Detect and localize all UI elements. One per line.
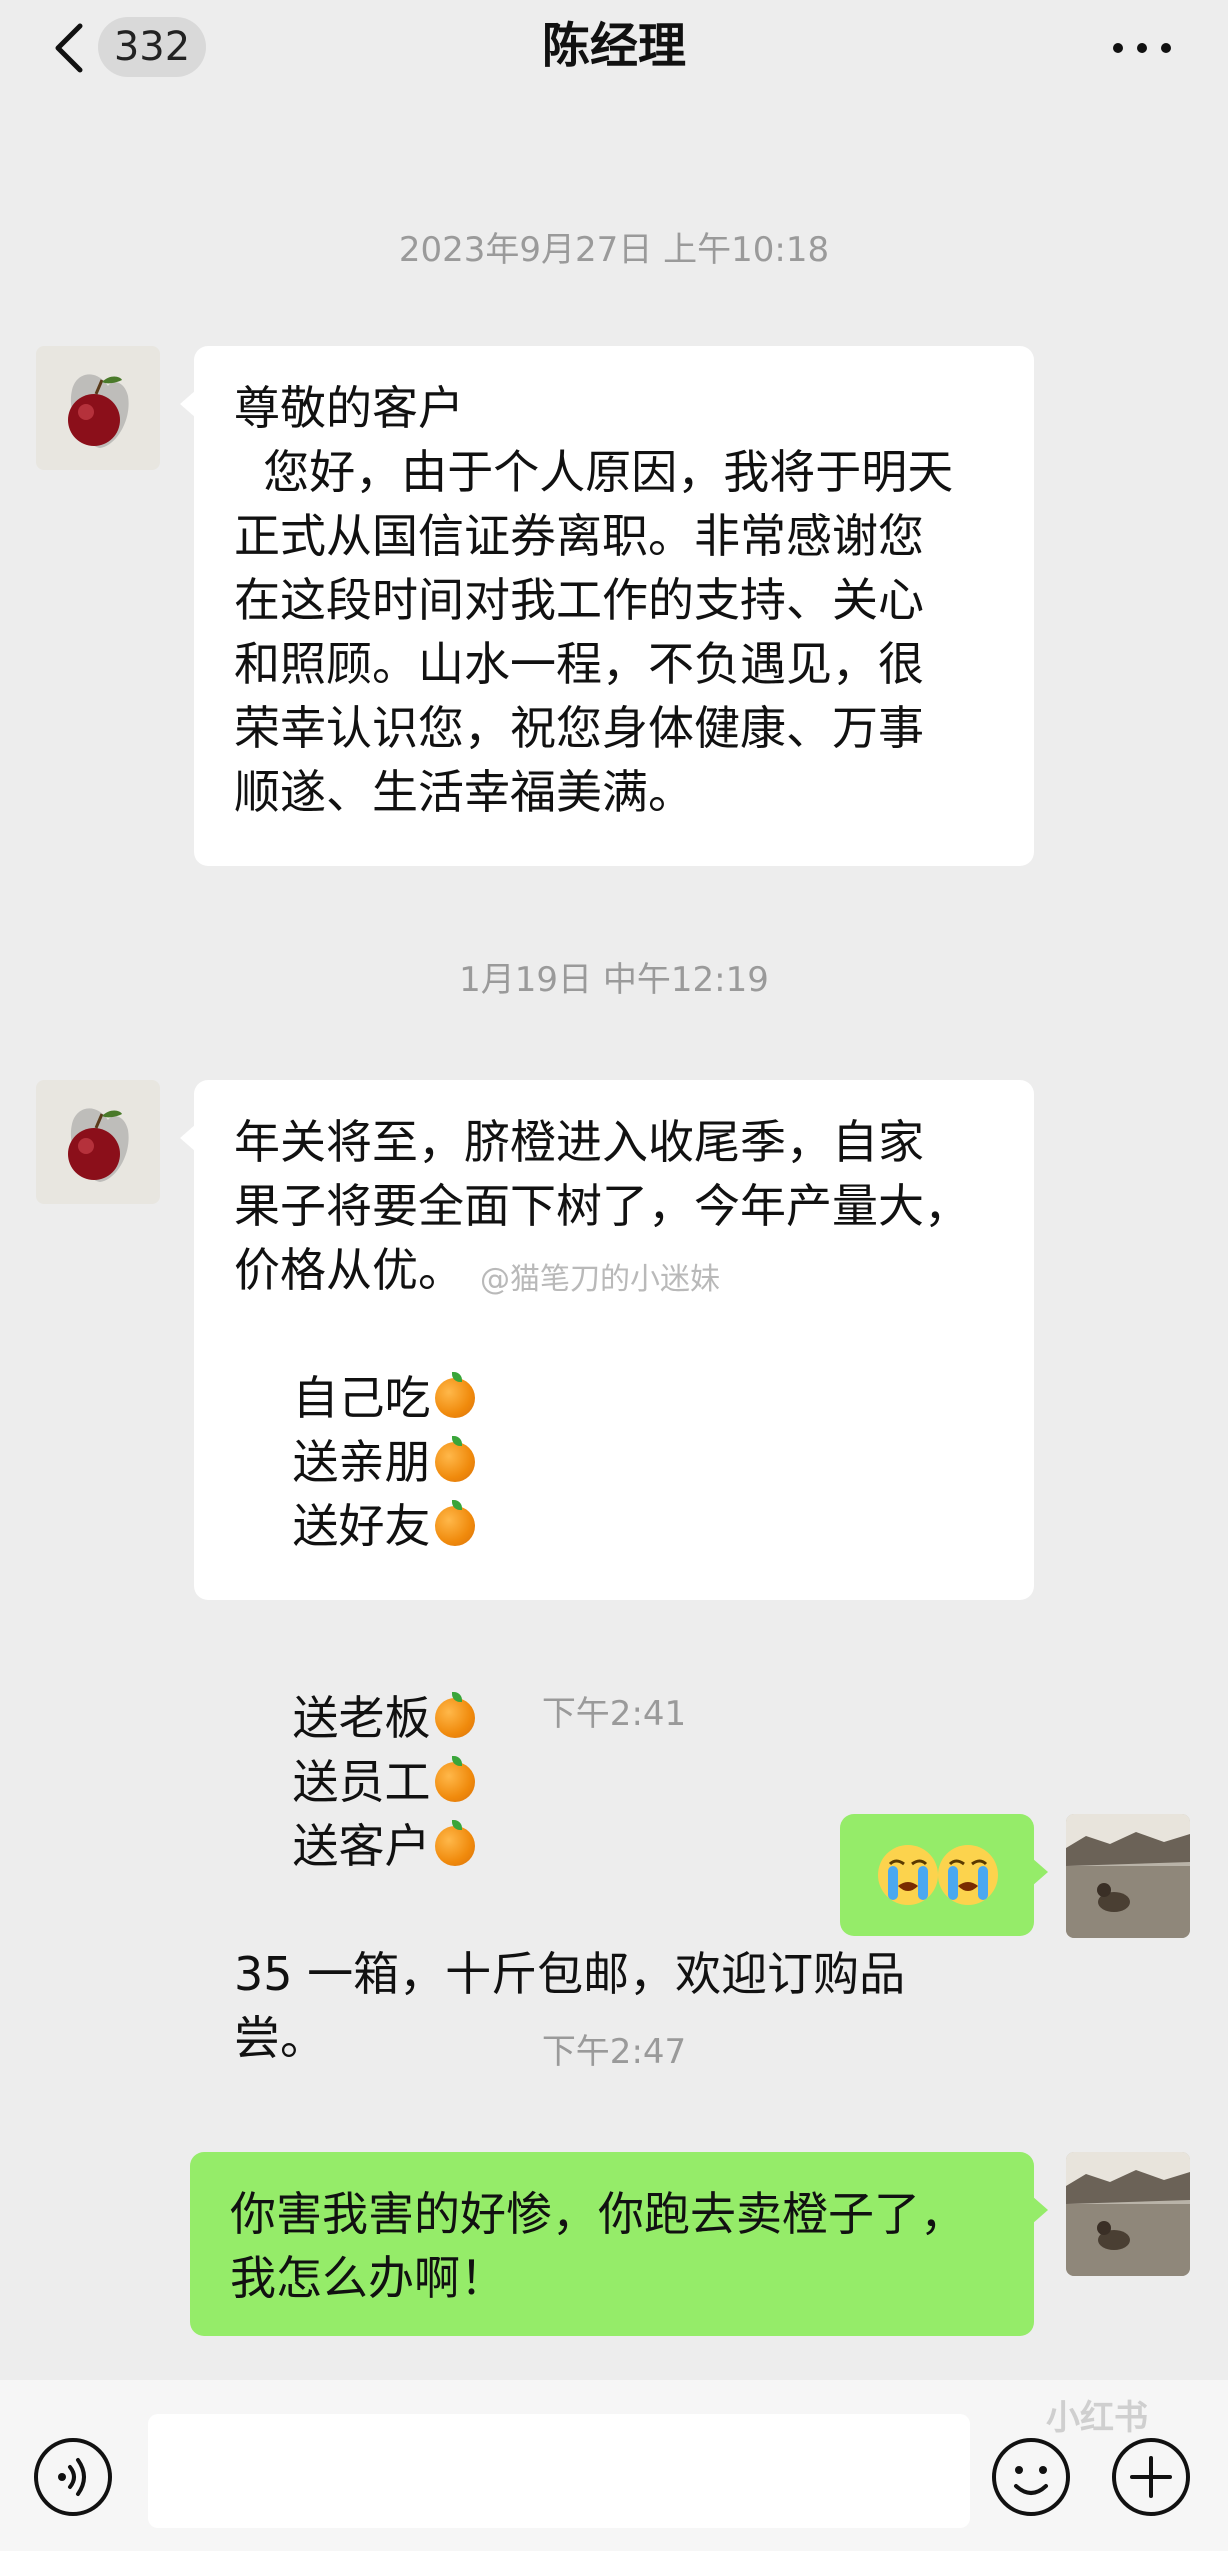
contact-name-title: 陈经理 bbox=[541, 18, 686, 74]
message-phrase: 送客户 bbox=[292, 1819, 431, 1873]
orange-emoji-icon bbox=[434, 1756, 475, 1802]
orange-emoji-icon bbox=[434, 1372, 475, 1418]
message-line: 在这段时间对我工作的支持、关心 bbox=[234, 573, 924, 627]
message-phrase: 送亲朋 bbox=[292, 1435, 431, 1489]
user-avatar[interactable] bbox=[1066, 2152, 1190, 2276]
timestamp: 1月19日 中午12:19 bbox=[459, 960, 769, 1000]
chat-header: 332 陈经理 bbox=[0, 0, 1228, 96]
message-line: 正式从国信证券离职。非常感谢您 bbox=[234, 509, 924, 563]
chat-input-bar bbox=[0, 2380, 1228, 2551]
message-line: 你害我害的好惨，你跑去卖橙子了， bbox=[230, 2187, 966, 2241]
voice-input-icon[interactable] bbox=[32, 2436, 114, 2518]
crying-face-emoji-icon bbox=[878, 1845, 998, 1905]
message-phrase: 自己吃 bbox=[292, 1371, 431, 1425]
more-options-icon[interactable] bbox=[1106, 18, 1178, 78]
contact-avatar[interactable] bbox=[36, 1080, 160, 1204]
message-line: 荣幸认识您，祝您身体健康、万事 bbox=[234, 701, 924, 755]
brand-watermark: 小红书 bbox=[1046, 2398, 1148, 2438]
message-line: 35 一箱，十斤包邮，欢迎订购品 bbox=[234, 1947, 906, 2001]
orange-emoji-icon bbox=[434, 1500, 475, 1546]
timestamp: 下午2:47 bbox=[541, 2032, 687, 2072]
message-input[interactable] bbox=[148, 2414, 970, 2528]
contact-avatar[interactable] bbox=[36, 346, 160, 470]
orange-emoji-icon bbox=[434, 1436, 475, 1482]
incoming-message-bubble[interactable]: 年关将至，脐橙进入收尾季，自家 果子将要全面下树了，今年产量大， 价格从优。 自… bbox=[180, 1080, 1034, 2065]
message-line: 自己吃 送亲朋 送好友 bbox=[234, 1302, 1034, 1622]
timestamp: 2023年9月27日 上午10:18 bbox=[398, 230, 830, 270]
message-phrase: 送员工 bbox=[292, 1755, 431, 1809]
emoji-icon[interactable] bbox=[990, 2436, 1072, 2518]
message-line: 您好，由于个人原因，我将于明天 bbox=[234, 445, 954, 499]
plus-icon[interactable] bbox=[1110, 2436, 1192, 2518]
message-line: 和照顾。山水一程，不负遇见，很 bbox=[234, 637, 924, 691]
outgoing-message-bubble[interactable] bbox=[840, 1814, 1048, 1936]
message-line: 尊敬的客户 bbox=[234, 381, 464, 435]
incoming-message-bubble[interactable]: 尊敬的客户 您好，由于个人原因，我将于明天 正式从国信证券离职。非常感谢您 在这… bbox=[180, 346, 1034, 866]
message-phrase: 送好友 bbox=[292, 1499, 431, 1553]
user-avatar[interactable] bbox=[1066, 1814, 1190, 1938]
message-line: 年关将至，脐橙进入收尾季，自家 bbox=[234, 1115, 924, 1169]
orange-emoji-icon bbox=[434, 1820, 475, 1866]
message-line: 顺遂、生活幸福美满。 bbox=[234, 765, 694, 819]
message-line: 果子将要全面下树了，今年产量大， bbox=[234, 1179, 970, 1233]
timestamp: 下午2:41 bbox=[541, 1694, 687, 1734]
watermark-text: @猫笔刀的小迷妹 bbox=[480, 1262, 720, 1297]
message-line: 我怎么办啊！ bbox=[230, 2251, 506, 2305]
outgoing-message-bubble[interactable]: 你害我害的好惨，你跑去卖橙子了， 我怎么办啊！ bbox=[190, 2152, 1048, 2336]
